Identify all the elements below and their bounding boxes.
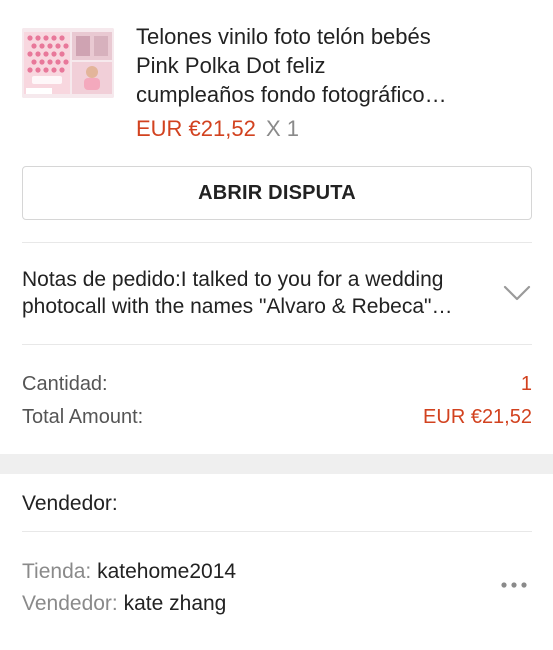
order-notes-line: Notas de pedido:I talked to you for a we… [22, 268, 444, 291]
seller-label: Vendedor: [22, 592, 118, 615]
product-title-line: Telones vinilo foto telón bebés [136, 24, 431, 49]
seller-name[interactable]: kate zhang [124, 592, 227, 615]
divider [22, 531, 532, 532]
quantity-row: Cantidad: 1 [22, 370, 532, 398]
product-price: EUR €21,52 [136, 116, 256, 141]
store-name[interactable]: katehome2014 [97, 560, 236, 583]
more-horizontal-icon[interactable] [500, 578, 528, 592]
quantity-value: 1 [520, 373, 532, 395]
product-quantity: X 1 [265, 116, 300, 141]
quantity-label: Cantidad: [22, 373, 108, 395]
product-thumbnail[interactable] [22, 28, 114, 98]
product-title-line: cumpleaños fondo fotográfico… [136, 82, 447, 107]
chevron-down-icon[interactable] [502, 278, 532, 308]
total-amount-value: EUR €21,52 [423, 406, 532, 428]
product-image [22, 28, 114, 98]
order-item[interactable]: Telones vinilo foto telón bebés Pink Pol… [22, 22, 532, 152]
product-title-line: Pink Polka Dot feliz [136, 53, 326, 78]
store-label: Tienda: [22, 560, 92, 583]
total-amount-label: Total Amount: [22, 406, 144, 428]
seller-row[interactable]: Vendedor: kate zhang [22, 589, 226, 619]
divider [22, 242, 532, 243]
order-notes-line: photocall with the names "Alvaro & Rebec… [22, 295, 453, 318]
order-notes[interactable]: Notas de pedido:I talked to you for a we… [22, 266, 487, 320]
open-dispute-button[interactable]: ABRIR DISPUTA [22, 166, 532, 220]
total-amount-row: Total Amount: EUR €21,52 [22, 403, 532, 431]
section-separator [0, 454, 553, 474]
price-row: EUR €21,52 X 1 [136, 114, 299, 143]
divider [22, 344, 532, 345]
seller-heading: Vendedor: [22, 492, 118, 515]
store-row[interactable]: Tienda: katehome2014 [22, 557, 236, 587]
product-title[interactable]: Telones vinilo foto telón bebés Pink Pol… [136, 22, 526, 109]
